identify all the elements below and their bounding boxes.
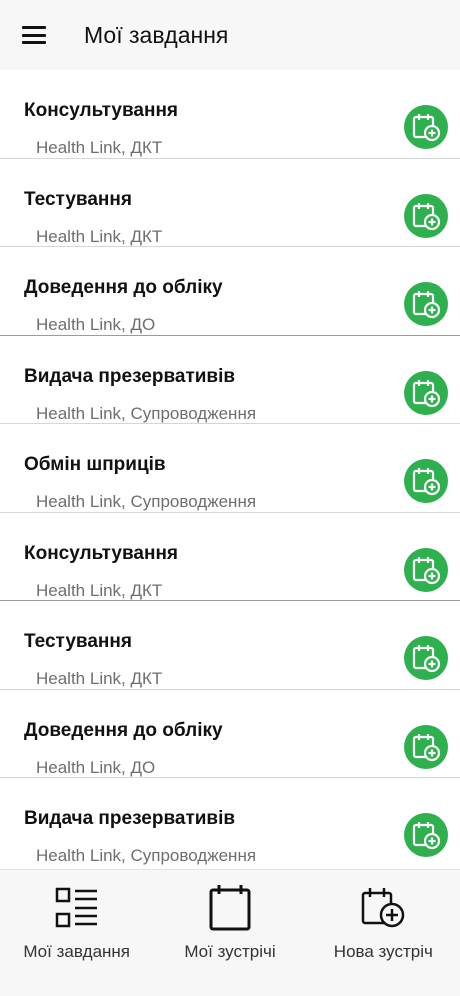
calendar-add-icon bbox=[412, 291, 441, 319]
calendar-add-icon bbox=[412, 202, 441, 230]
task-title: Доведення до обліку bbox=[24, 719, 223, 741]
list-item[interactable]: Видача презервативів Health Link, Супров… bbox=[0, 778, 460, 865]
task-title: Видача презервативів bbox=[24, 808, 236, 829]
calendar-add-icon bbox=[412, 822, 441, 850]
nav-my-meetings[interactable]: Мої зустрічі bbox=[153, 870, 306, 996]
list-item[interactable]: Консультування Health Link, ДКТ bbox=[0, 70, 460, 159]
add-meeting-button[interactable] bbox=[404, 459, 448, 503]
task-title: Доведення до обліку bbox=[24, 277, 223, 298]
add-meeting-button[interactable] bbox=[404, 547, 448, 592]
task-title: Консультування bbox=[24, 542, 179, 564]
task-title: Обмін шприців bbox=[24, 454, 166, 475]
nav-label: Нова зустріч bbox=[333, 942, 433, 961]
task-subtitle: Health Link, Супроводження bbox=[36, 403, 257, 423]
task-list-icon bbox=[55, 887, 97, 928]
nav-label: Мої зустрічі bbox=[184, 942, 276, 961]
list-item[interactable]: Доведення до обліку Health Link, ДО bbox=[0, 690, 460, 778]
calendar-add-icon bbox=[412, 468, 441, 496]
list-item[interactable]: Консультування Health Link, ДКТ bbox=[0, 513, 460, 601]
task-subtitle: Health Link, ДКТ bbox=[36, 138, 163, 157]
bottom-navigation: Мої завдання Мої зустрічі Нова зустріч bbox=[0, 869, 460, 996]
calendar-add-icon bbox=[412, 733, 441, 761]
calendar-add-icon bbox=[412, 645, 441, 673]
task-list[interactable]: Консультування Health Link, ДКТ Тестуван… bbox=[0, 70, 460, 865]
task-subtitle: Health Link, ДО bbox=[36, 757, 156, 777]
task-title: Консультування bbox=[24, 100, 179, 121]
add-meeting-button[interactable] bbox=[404, 370, 448, 415]
hamburger-menu-icon[interactable] bbox=[22, 26, 46, 44]
add-meeting-button[interactable] bbox=[404, 282, 448, 326]
nav-my-tasks[interactable]: Мої завдання bbox=[0, 870, 153, 996]
app-bar: Мої завдання bbox=[0, 0, 460, 70]
nav-label: Мої завдання bbox=[23, 942, 131, 961]
task-subtitle: Health Link, ДКТ bbox=[36, 580, 163, 600]
calendar-add-icon bbox=[412, 379, 441, 407]
add-meeting-button[interactable] bbox=[404, 636, 448, 680]
add-meeting-button[interactable] bbox=[404, 193, 448, 238]
task-title: Тестування bbox=[24, 188, 132, 210]
task-title: Видача презервативів bbox=[24, 365, 236, 387]
calendar-icon bbox=[209, 885, 251, 931]
list-item[interactable]: Видача презервативів Health Link, Супров… bbox=[0, 336, 460, 424]
task-subtitle: Health Link, ДО bbox=[36, 315, 156, 334]
calendar-add-icon bbox=[412, 556, 441, 584]
task-subtitle: Health Link, Супроводження bbox=[36, 492, 257, 511]
list-item[interactable]: Тестування Health Link, ДКТ bbox=[0, 159, 460, 247]
calendar-add-icon bbox=[362, 888, 405, 928]
add-meeting-button[interactable] bbox=[404, 813, 448, 857]
list-item[interactable]: Доведення до обліку Health Link, ДО bbox=[0, 247, 460, 336]
task-subtitle: Health Link, ДКТ bbox=[36, 669, 163, 688]
add-meeting-button[interactable] bbox=[404, 724, 448, 769]
task-subtitle: Health Link, ДКТ bbox=[36, 226, 163, 246]
task-subtitle: Health Link, Супроводження bbox=[36, 846, 257, 865]
list-item[interactable]: Обмін шприців Health Link, Супроводження bbox=[0, 424, 460, 513]
nav-new-meeting[interactable]: Нова зустріч bbox=[307, 870, 460, 996]
page-title: Мої завдання bbox=[84, 21, 229, 48]
add-meeting-button[interactable] bbox=[404, 105, 448, 149]
task-title: Тестування bbox=[24, 631, 132, 652]
calendar-add-icon bbox=[412, 114, 441, 142]
list-item[interactable]: Тестування Health Link, ДКТ bbox=[0, 601, 460, 690]
